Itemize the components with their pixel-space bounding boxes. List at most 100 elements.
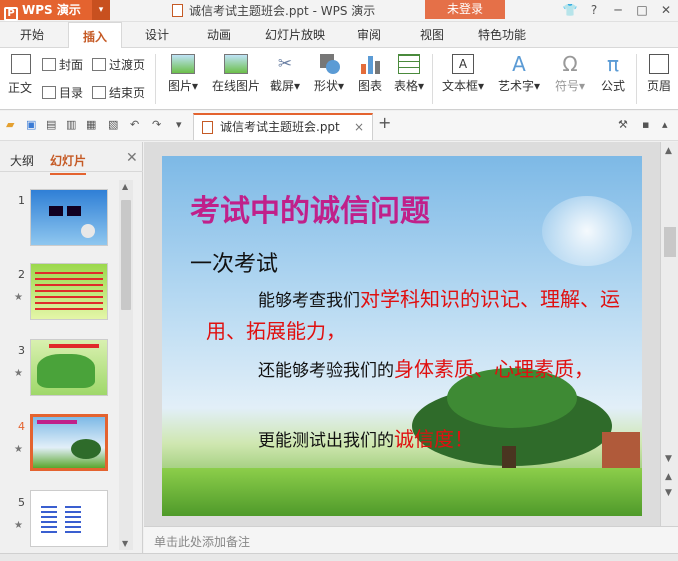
slide-subtitle[interactable]: 一次考试: [190, 246, 278, 278]
tab-review[interactable]: 审阅: [357, 26, 381, 43]
export-pdf-icon[interactable]: ▤: [46, 119, 58, 131]
star-icon: ★: [14, 444, 23, 455]
textbox-icon: A: [452, 54, 474, 74]
header-icon: [649, 54, 669, 74]
screenshot-button[interactable]: ✂ 截屏▾: [266, 54, 304, 94]
transition-page-button[interactable]: 过渡页: [92, 56, 145, 73]
maximize-icon[interactable]: □: [630, 0, 654, 20]
undo-icon[interactable]: ↶: [130, 119, 142, 131]
textbox-button[interactable]: A 文本框▾: [438, 54, 488, 94]
body-button[interactable]: 正文: [8, 54, 32, 96]
sun-glow: [542, 196, 632, 266]
bar-chart-icon: [359, 54, 381, 74]
quick-access-bar: ▰ ▣ ▤ ▥ ▦ ▧ ↶ ↷ ▾ 诚信考试主题班会.ppt × + ⚒ ▪ ▴: [0, 111, 678, 141]
shape-button[interactable]: 形状▾: [310, 54, 348, 94]
ppt-file-icon: [202, 121, 213, 134]
skin-icon[interactable]: 👕: [558, 0, 582, 20]
online-picture-icon: [224, 54, 248, 74]
shape-icon: [318, 54, 340, 74]
document-tab[interactable]: 诚信考试主题班会.ppt ×: [193, 113, 373, 140]
help-icon[interactable]: ?: [582, 0, 606, 20]
star-icon: ★: [14, 520, 23, 531]
slide-thumbnail-3[interactable]: [30, 339, 108, 396]
star-icon: ★: [14, 368, 23, 379]
next-slide-icon[interactable]: ▼: [665, 488, 672, 498]
slide-paragraph-3[interactable]: 更能测试出我们的诚信度！: [206, 424, 626, 456]
scroll-down-icon[interactable]: ▼: [122, 539, 128, 548]
tab-slides[interactable]: 幻灯片: [50, 152, 87, 175]
scroll-thumb[interactable]: [664, 227, 676, 257]
close-icon[interactable]: ✕: [126, 150, 138, 166]
scroll-down-icon[interactable]: ▼: [665, 454, 672, 464]
save-icon[interactable]: ▣: [26, 119, 38, 131]
slide-number: 3: [18, 344, 25, 357]
menu-bar: 开始 插入 设计 动画 幻灯片放映 审阅 视图 特色功能: [0, 22, 678, 49]
slide-thumbnail-5[interactable]: [30, 490, 108, 547]
wps-menu-button[interactable]: P WPS 演示 ▾: [0, 0, 110, 21]
wordart-button[interactable]: A 艺术字▾: [494, 54, 544, 94]
tab-slideshow[interactable]: 幻灯片放映: [265, 26, 325, 43]
online-picture-button[interactable]: 在线图片: [208, 54, 264, 94]
notes-area[interactable]: 单击此处添加备注: [144, 526, 678, 553]
window-title: 诚信考试主题班会.ppt - WPS 演示: [172, 2, 375, 19]
minimize-icon[interactable]: ─: [606, 0, 630, 20]
picture-button[interactable]: 图片▾: [164, 54, 202, 94]
slide-thumbnail-1[interactable]: [30, 189, 108, 246]
app-name: WPS 演示: [22, 3, 81, 17]
scroll-up-icon[interactable]: ▲: [665, 146, 672, 156]
slide-scrollbar[interactable]: ▲ ▼ ▲ ▼: [660, 142, 678, 526]
tab-view[interactable]: 视图: [420, 26, 444, 43]
symbol-button[interactable]: Ω 符号▾: [552, 54, 588, 94]
current-slide[interactable]: 考试中的诚信问题 一次考试 能够考查我们对学科知识的识记、理解、运用、拓展能力，…: [162, 156, 642, 516]
redo-icon[interactable]: ↷: [152, 119, 164, 131]
slide-paragraph-2[interactable]: 还能够考验我们的身体素质、心理素质，: [206, 354, 626, 386]
scroll-up-icon[interactable]: ▲: [122, 182, 128, 191]
collapse-ribbon-icon[interactable]: ▴: [662, 119, 674, 131]
slide-number: 1: [18, 194, 25, 207]
scissors-icon: ✂: [277, 54, 293, 74]
toc-button[interactable]: 目录: [42, 84, 83, 101]
ribbon-insert: 正文 封面 过渡页 目录 结束页 图片▾ 在线图片 ✂ 截屏▾ 形状▾ 图表 表…: [0, 48, 678, 110]
close-tab-icon[interactable]: ×: [354, 115, 364, 139]
tab-home[interactable]: 开始: [20, 26, 44, 43]
grass: [162, 468, 642, 516]
transition-page-icon: [92, 58, 106, 71]
wordart-icon: A: [512, 52, 526, 76]
prev-slide-icon[interactable]: ▲: [665, 472, 672, 482]
tab-insert[interactable]: 插入: [68, 22, 123, 49]
slide-number: 4: [18, 420, 25, 433]
new-tab-icon[interactable]: +: [378, 115, 391, 131]
broom-icon[interactable]: ⚒: [618, 119, 630, 131]
open-folder-icon[interactable]: ▰: [6, 119, 18, 131]
slide-thumbnail-4[interactable]: [30, 414, 108, 471]
status-bar: [0, 553, 678, 561]
close-icon[interactable]: ✕: [654, 0, 678, 20]
chevron-down-icon[interactable]: ▾: [92, 0, 110, 20]
login-button[interactable]: 未登录: [425, 0, 505, 19]
wps-logo-icon: P: [4, 7, 18, 21]
find-icon[interactable]: ▧: [108, 119, 120, 131]
formula-button[interactable]: π 公式: [596, 54, 630, 94]
slide-paragraph-1[interactable]: 能够考查我们对学科知识的识记、理解、运用、拓展能力，: [206, 284, 626, 348]
panel-icon[interactable]: ▪: [642, 119, 654, 131]
table-icon: [398, 54, 420, 74]
slide-thumbnail-2[interactable]: [30, 263, 108, 320]
tab-design[interactable]: 设计: [145, 26, 169, 43]
tab-special[interactable]: 特色功能: [478, 26, 526, 43]
star-icon: ★: [14, 292, 23, 303]
tab-animation[interactable]: 动画: [207, 26, 231, 43]
toc-icon: [42, 86, 56, 99]
print-preview-icon[interactable]: ▥: [66, 119, 78, 131]
print-icon[interactable]: ▦: [86, 119, 98, 131]
cover-button[interactable]: 封面: [42, 56, 83, 73]
slide-title[interactable]: 考试中的诚信问题: [190, 186, 430, 230]
slide-number: 5: [18, 496, 25, 509]
thumbnail-scrollbar[interactable]: ▲ ▼: [119, 180, 133, 550]
end-page-button[interactable]: 结束页: [92, 84, 145, 101]
chevron-down-icon[interactable]: ▾: [176, 119, 188, 131]
tab-outline[interactable]: 大纲: [10, 152, 34, 169]
chart-button[interactable]: 图表: [354, 54, 386, 94]
scroll-thumb[interactable]: [121, 200, 131, 310]
header-button[interactable]: 页眉: [642, 54, 676, 94]
table-button[interactable]: 表格▾: [390, 54, 428, 94]
